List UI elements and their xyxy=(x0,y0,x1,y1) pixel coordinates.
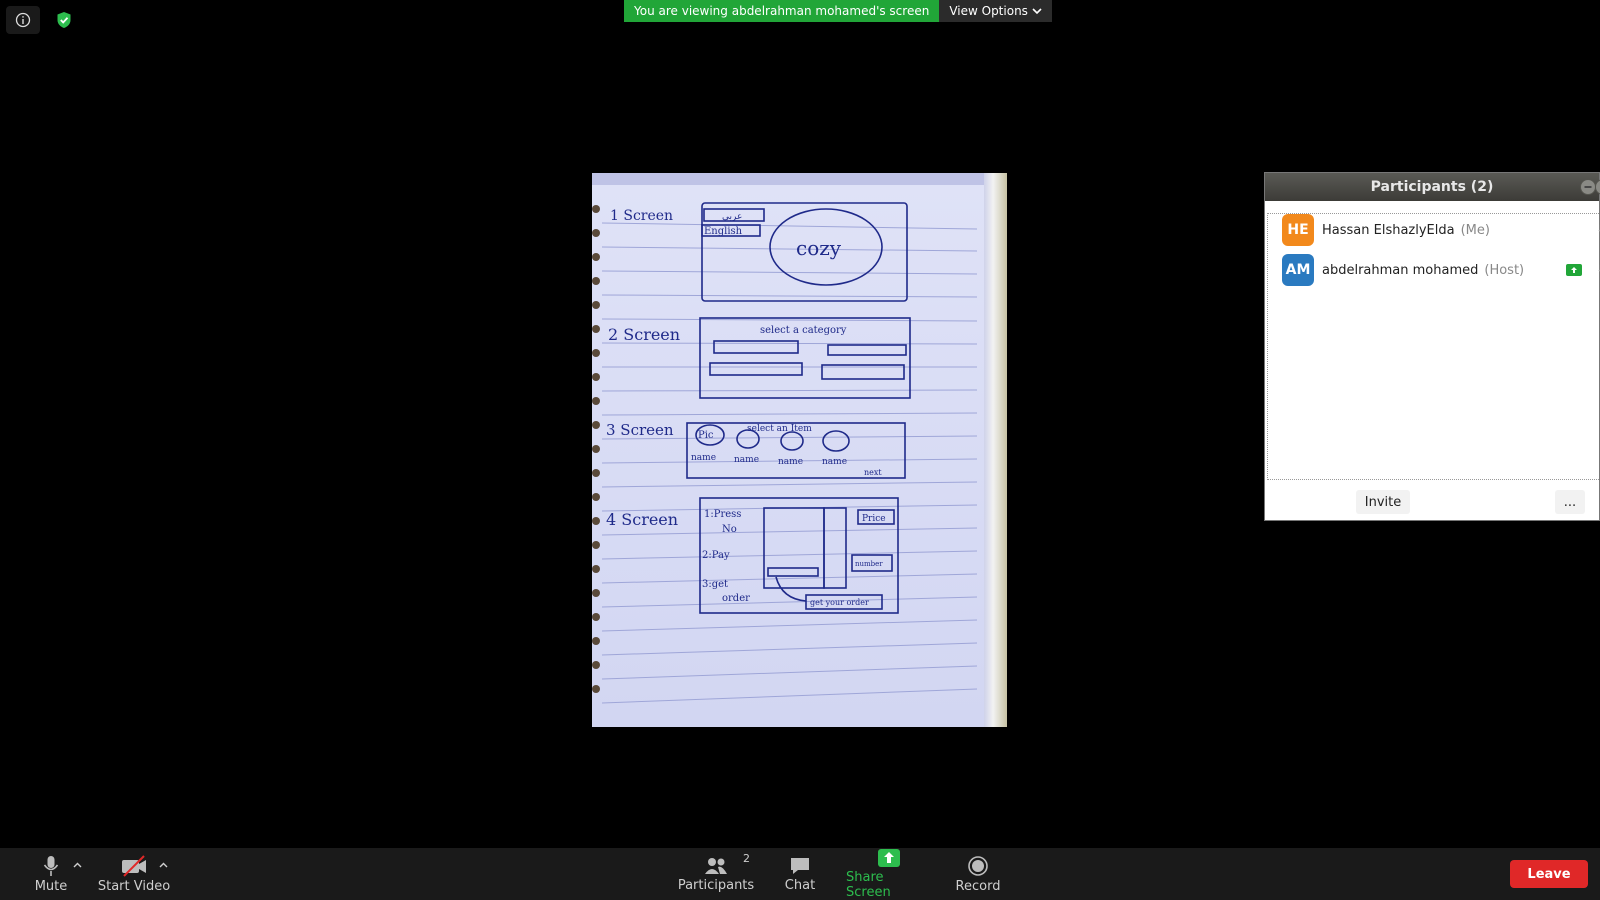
participants-panel-titlebar[interactable]: Participants (2) xyxy=(1265,173,1600,201)
minimize-icon xyxy=(1584,186,1592,188)
item-name-sketch-4: name xyxy=(822,457,847,467)
avatar: AM xyxy=(1282,254,1314,286)
participant-name: Hassan ElshazlyElda xyxy=(1322,222,1455,238)
viewing-status-text: You are viewing abdelrahman mohamed's sc… xyxy=(624,0,940,22)
next-sketch: next xyxy=(864,468,882,477)
participants-label: Participants xyxy=(677,877,755,893)
screen1-label: 1 Screen xyxy=(610,208,673,224)
start-video-button[interactable]: Start Video xyxy=(96,848,172,900)
step1-no-sketch: No xyxy=(722,524,737,535)
leave-meeting-button[interactable]: Leave xyxy=(1510,860,1588,888)
more-options-button[interactable]: ... xyxy=(1555,490,1585,514)
record-label: Record xyxy=(955,878,1001,894)
encryption-shield-button[interactable] xyxy=(52,8,76,32)
chat-label: Chat xyxy=(784,877,816,893)
participant-row[interactable]: AM abdelrahman mohamed (Host) xyxy=(1282,254,1600,286)
microphone-icon xyxy=(43,855,59,876)
mute-label: Mute xyxy=(34,878,68,894)
meeting-info-button[interactable] xyxy=(6,6,40,34)
avatar: HE xyxy=(1282,214,1314,246)
meeting-stage: You are viewing abdelrahman mohamed's sc… xyxy=(0,0,1600,848)
chat-icon xyxy=(791,857,809,874)
chevron-up-icon xyxy=(159,862,168,868)
start-video-label: Start Video xyxy=(97,878,171,894)
participant-name: abdelrahman mohamed xyxy=(1322,262,1479,278)
invite-button[interactable]: Invite xyxy=(1356,490,1410,514)
view-options-label: View Options xyxy=(949,4,1028,18)
step3-sketch: 3:get xyxy=(702,579,728,590)
audio-options-caret[interactable] xyxy=(73,860,82,871)
shared-screen-view: 1 Screen عربي English cozy 2 Screen sele… xyxy=(592,173,1007,727)
step3-order-sketch: order xyxy=(722,593,750,604)
notebook-sketch: 1 Screen عربي English cozy 2 Screen sele… xyxy=(592,202,978,704)
video-options-caret[interactable] xyxy=(159,860,168,871)
participants-count-badge: 2 xyxy=(743,852,750,865)
screen2-label: 2 Screen xyxy=(608,325,680,344)
item-name-sketch-1: name xyxy=(691,453,716,463)
video-off-icon xyxy=(122,854,146,877)
participant-tag: (Me) xyxy=(1460,222,1490,238)
share-screen-icon xyxy=(878,849,900,867)
select-item-sketch: select an Item xyxy=(747,424,812,434)
item-name-sketch-3: name xyxy=(778,457,803,467)
step1-sketch: 1:Press xyxy=(704,509,741,520)
participants-panel: Participants (2) HE Hassan ElshazlyElda … xyxy=(1264,172,1600,521)
participants-icon xyxy=(705,857,727,874)
cozy-logo-sketch: cozy xyxy=(796,236,842,260)
participants-list: HE Hassan ElshazlyElda (Me) AM abdelrahm… xyxy=(1267,213,1600,480)
screen3-label: 3 Screen xyxy=(606,421,674,439)
participants-panel-title: Participants (2) xyxy=(1370,179,1494,195)
chevron-up-icon xyxy=(73,862,82,868)
item-name-sketch-2: name xyxy=(734,455,759,465)
participant-tag: (Host) xyxy=(1484,262,1525,278)
select-category-sketch: select a category xyxy=(760,325,847,336)
spiral-rings xyxy=(592,205,600,693)
pic-sketch: Pic xyxy=(698,430,714,441)
share-screen-button[interactable]: Share Screen xyxy=(846,848,932,900)
sharing-indicator-icon xyxy=(1566,264,1582,276)
chevron-down-icon xyxy=(1032,8,1042,15)
minimize-panel-button[interactable] xyxy=(1580,179,1596,195)
shield-check-icon xyxy=(57,12,71,28)
record-button[interactable]: Record xyxy=(955,848,1001,900)
share-screen-label: Share Screen xyxy=(846,870,891,900)
participant-row[interactable]: HE Hassan ElshazlyElda (Me) xyxy=(1282,214,1600,246)
price-sketch: Price xyxy=(862,514,886,524)
info-icon xyxy=(15,12,31,28)
viewing-banner: You are viewing abdelrahman mohamed's sc… xyxy=(624,0,1052,22)
mute-button[interactable]: Mute xyxy=(30,848,72,900)
screen4-label: 4 Screen xyxy=(606,510,678,529)
chat-button[interactable]: Chat xyxy=(778,848,822,900)
english-button-sketch: English xyxy=(704,226,743,237)
close-panel-button[interactable] xyxy=(1595,179,1600,195)
get-your-order-sketch: get your order xyxy=(810,598,869,607)
number-sketch: number xyxy=(855,560,883,568)
arabic-button-sketch: عربي xyxy=(722,212,742,222)
view-options-button[interactable]: View Options xyxy=(939,0,1052,22)
meeting-toolbar: Mute Start Video Participants 2 Chat Sha… xyxy=(0,848,1600,900)
step2-sketch: 2:Pay xyxy=(702,550,730,561)
record-icon xyxy=(968,855,988,876)
